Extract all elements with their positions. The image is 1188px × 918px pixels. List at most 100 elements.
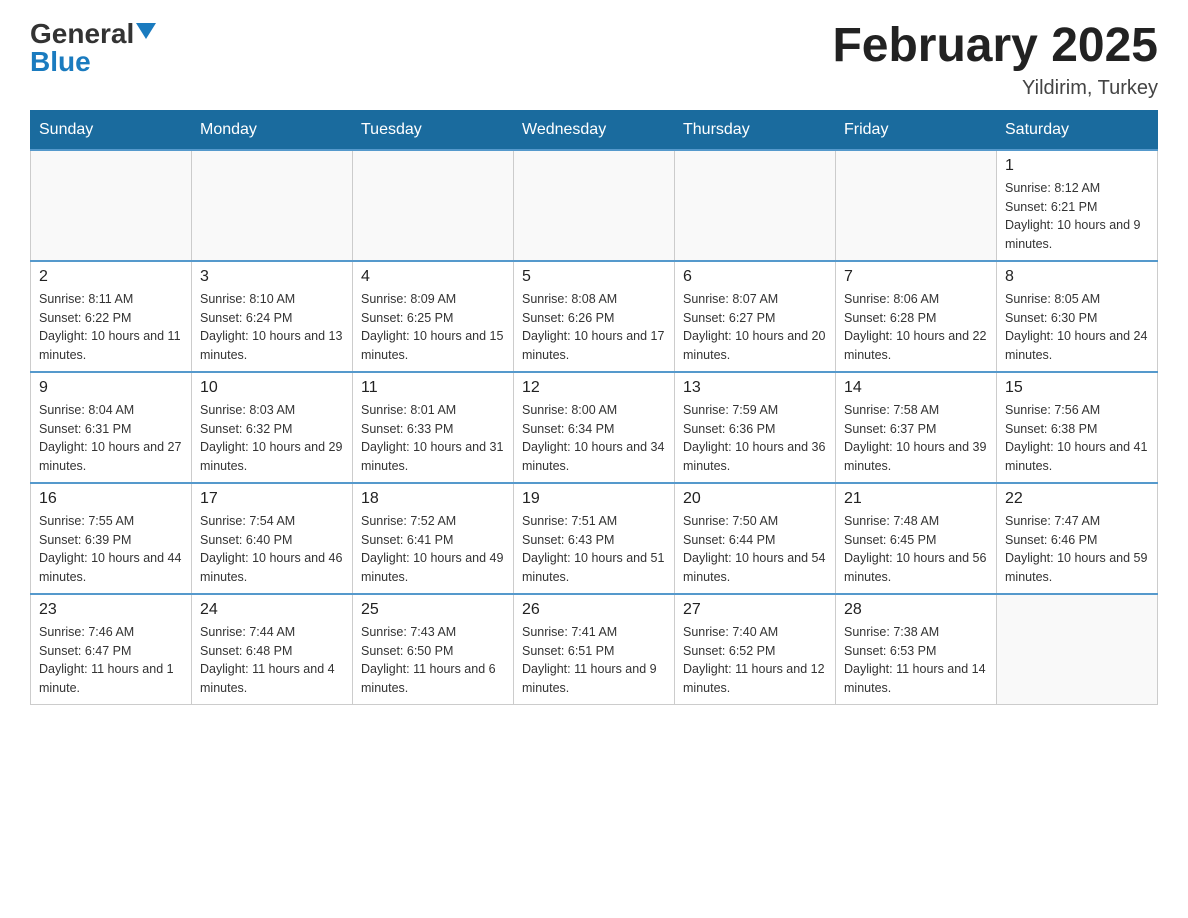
calendar-day-cell: 10 Sunrise: 8:03 AMSunset: 6:32 PMDayligh… xyxy=(192,372,353,483)
day-info: Sunrise: 8:08 AMSunset: 6:26 PMDaylight:… xyxy=(522,290,666,365)
day-number: 1 xyxy=(1005,157,1149,175)
calendar-day-cell: 17Sunrise: 7:54 AMSunset: 6:40 PMDayligh… xyxy=(192,483,353,594)
day-info: Sunrise: 7:40 AMSunset: 6:52 PMDaylight:… xyxy=(683,623,827,698)
day-number: 4 xyxy=(361,268,505,286)
calendar-day-cell: 8Sunrise: 8:05 AMSunset: 6:30 PMDaylight… xyxy=(997,261,1158,372)
logo-blue-text: Blue xyxy=(30,46,91,77)
day-info: Sunrise: 8:04 AMSunset: 6:31 PMDaylight:… xyxy=(39,401,183,476)
calendar-day-cell: 23 Sunrise: 7:46 AMSunset: 6:47 PMDayligh… xyxy=(31,594,192,705)
day-number: 26 xyxy=(522,601,666,619)
day-info: Sunrise: 7:47 AMSunset: 6:46 PMDaylight:… xyxy=(1005,512,1149,587)
logo-general-text: General xyxy=(30,20,134,48)
calendar-day-cell xyxy=(192,150,353,261)
day-number: 5 xyxy=(522,268,666,286)
calendar-table: SundayMondayTuesdayWednesdayThursdayFrid… xyxy=(30,110,1158,705)
calendar-day-header: Sunday xyxy=(31,110,192,150)
day-number: 16 xyxy=(39,490,183,508)
calendar-header-row: SundayMondayTuesdayWednesdayThursdayFrid… xyxy=(31,110,1158,150)
calendar-day-cell: 13 Sunrise: 7:59 AMSunset: 6:36 PMDayligh… xyxy=(675,372,836,483)
calendar-day-header: Monday xyxy=(192,110,353,150)
day-number: 22 xyxy=(1005,490,1149,508)
calendar-day-cell: 16Sunrise: 7:55 AMSunset: 6:39 PMDayligh… xyxy=(31,483,192,594)
calendar-day-cell: 19Sunrise: 7:51 AMSunset: 6:43 PMDayligh… xyxy=(514,483,675,594)
day-number: 21 xyxy=(844,490,988,508)
calendar-week-row: 16Sunrise: 7:55 AMSunset: 6:39 PMDayligh… xyxy=(31,483,1158,594)
day-number: 19 xyxy=(522,490,666,508)
day-info: Sunrise: 7:56 AMSunset: 6:38 PMDaylight:… xyxy=(1005,401,1149,476)
day-info: Sunrise: 8:03 AMSunset: 6:32 PMDaylight:… xyxy=(200,401,344,476)
day-number: 25 xyxy=(361,601,505,619)
calendar-day-cell: 9 Sunrise: 8:04 AMSunset: 6:31 PMDaylight… xyxy=(31,372,192,483)
day-info: Sunrise: 7:50 AMSunset: 6:44 PMDaylight:… xyxy=(683,512,827,587)
calendar-day-header: Thursday xyxy=(675,110,836,150)
day-info: Sunrise: 8:10 AMSunset: 6:24 PMDaylight:… xyxy=(200,290,344,365)
day-info: Sunrise: 8:12 AMSunset: 6:21 PMDaylight:… xyxy=(1005,179,1149,254)
calendar-day-header: Wednesday xyxy=(514,110,675,150)
calendar-day-cell xyxy=(353,150,514,261)
calendar-day-cell: 15 Sunrise: 7:56 AMSunset: 6:38 PMDayligh… xyxy=(997,372,1158,483)
calendar-day-cell xyxy=(675,150,836,261)
calendar-day-cell: 18 Sunrise: 7:52 AMSunset: 6:41 PMDayligh… xyxy=(353,483,514,594)
day-number: 11 xyxy=(361,379,505,397)
day-number: 10 xyxy=(200,379,344,397)
calendar-week-row: 23 Sunrise: 7:46 AMSunset: 6:47 PMDayligh… xyxy=(31,594,1158,705)
day-number: 14 xyxy=(844,379,988,397)
calendar-day-cell: 5 Sunrise: 8:08 AMSunset: 6:26 PMDaylight… xyxy=(514,261,675,372)
day-info: Sunrise: 7:46 AMSunset: 6:47 PMDaylight:… xyxy=(39,623,183,698)
day-number: 28 xyxy=(844,601,988,619)
calendar-day-cell: 2 Sunrise: 8:11 AMSunset: 6:22 PMDaylight… xyxy=(31,261,192,372)
day-info: Sunrise: 7:44 AMSunset: 6:48 PMDaylight:… xyxy=(200,623,344,698)
day-info: Sunrise: 7:54 AMSunset: 6:40 PMDaylight:… xyxy=(200,512,344,587)
calendar-day-cell: 12 Sunrise: 8:00 AMSunset: 6:34 PMDayligh… xyxy=(514,372,675,483)
day-info: Sunrise: 7:38 AMSunset: 6:53 PMDaylight:… xyxy=(844,623,988,698)
day-info: Sunrise: 8:09 AMSunset: 6:25 PMDaylight:… xyxy=(361,290,505,365)
page-header: General Blue February 2025 Yildirim, Tur… xyxy=(30,20,1158,100)
calendar-day-header: Tuesday xyxy=(353,110,514,150)
day-info: Sunrise: 7:58 AMSunset: 6:37 PMDaylight:… xyxy=(844,401,988,476)
day-number: 23 xyxy=(39,601,183,619)
calendar-day-header: Friday xyxy=(836,110,997,150)
day-number: 2 xyxy=(39,268,183,286)
day-number: 13 xyxy=(683,379,827,397)
calendar-day-cell: 26 Sunrise: 7:41 AMSunset: 6:51 PMDayligh… xyxy=(514,594,675,705)
calendar-week-row: 1 Sunrise: 8:12 AMSunset: 6:21 PMDaylight… xyxy=(31,150,1158,261)
calendar-day-cell xyxy=(31,150,192,261)
day-number: 27 xyxy=(683,601,827,619)
calendar-day-cell xyxy=(997,594,1158,705)
day-number: 15 xyxy=(1005,379,1149,397)
calendar-day-cell: 25 Sunrise: 7:43 AMSunset: 6:50 PMDayligh… xyxy=(353,594,514,705)
day-number: 12 xyxy=(522,379,666,397)
calendar-day-cell: 20 Sunrise: 7:50 AMSunset: 6:44 PMDayligh… xyxy=(675,483,836,594)
calendar-day-cell: 6Sunrise: 8:07 AMSunset: 6:27 PMDaylight… xyxy=(675,261,836,372)
calendar-day-cell xyxy=(836,150,997,261)
day-info: Sunrise: 7:41 AMSunset: 6:51 PMDaylight:… xyxy=(522,623,666,698)
day-info: Sunrise: 7:52 AMSunset: 6:41 PMDaylight:… xyxy=(361,512,505,587)
calendar-day-cell: 22 Sunrise: 7:47 AMSunset: 6:46 PMDayligh… xyxy=(997,483,1158,594)
calendar-day-cell: 7 Sunrise: 8:06 AMSunset: 6:28 PMDaylight… xyxy=(836,261,997,372)
day-number: 24 xyxy=(200,601,344,619)
calendar-day-cell: 28 Sunrise: 7:38 AMSunset: 6:53 PMDayligh… xyxy=(836,594,997,705)
calendar-day-cell: 14 Sunrise: 7:58 AMSunset: 6:37 PMDayligh… xyxy=(836,372,997,483)
day-number: 18 xyxy=(361,490,505,508)
day-number: 3 xyxy=(200,268,344,286)
day-number: 20 xyxy=(683,490,827,508)
calendar-week-row: 9 Sunrise: 8:04 AMSunset: 6:31 PMDaylight… xyxy=(31,372,1158,483)
day-info: Sunrise: 8:11 AMSunset: 6:22 PMDaylight:… xyxy=(39,290,183,365)
day-info: Sunrise: 8:01 AMSunset: 6:33 PMDaylight:… xyxy=(361,401,505,476)
calendar-day-cell: 27 Sunrise: 7:40 AMSunset: 6:52 PMDayligh… xyxy=(675,594,836,705)
calendar-day-cell xyxy=(514,150,675,261)
calendar-day-cell: 21Sunrise: 7:48 AMSunset: 6:45 PMDayligh… xyxy=(836,483,997,594)
day-info: Sunrise: 8:07 AMSunset: 6:27 PMDaylight:… xyxy=(683,290,827,365)
day-info: Sunrise: 7:43 AMSunset: 6:50 PMDaylight:… xyxy=(361,623,505,698)
logo-triangle-icon xyxy=(136,23,156,39)
calendar-day-cell: 4 Sunrise: 8:09 AMSunset: 6:25 PMDaylight… xyxy=(353,261,514,372)
location-text: Yildirim, Turkey xyxy=(832,77,1158,100)
day-info: Sunrise: 8:05 AMSunset: 6:30 PMDaylight:… xyxy=(1005,290,1149,365)
day-info: Sunrise: 8:00 AMSunset: 6:34 PMDaylight:… xyxy=(522,401,666,476)
day-info: Sunrise: 8:06 AMSunset: 6:28 PMDaylight:… xyxy=(844,290,988,365)
day-number: 7 xyxy=(844,268,988,286)
calendar-day-cell: 24 Sunrise: 7:44 AMSunset: 6:48 PMDayligh… xyxy=(192,594,353,705)
day-number: 9 xyxy=(39,379,183,397)
day-info: Sunrise: 7:59 AMSunset: 6:36 PMDaylight:… xyxy=(683,401,827,476)
calendar-day-cell: 11 Sunrise: 8:01 AMSunset: 6:33 PMDayligh… xyxy=(353,372,514,483)
